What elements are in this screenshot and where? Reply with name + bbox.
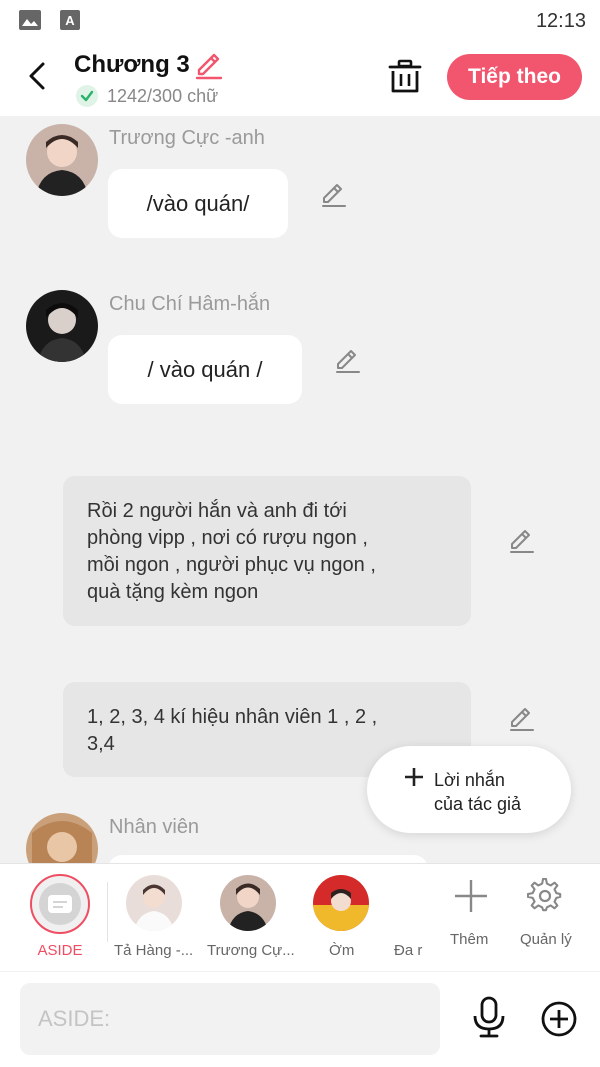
author-note-button[interactable]: Lời nhắn của tác giả — [367, 746, 571, 833]
aside-input[interactable] — [20, 983, 440, 1055]
tray-item-partial[interactable]: Đa r — [390, 864, 424, 971]
tray-add-label: Thêm — [450, 931, 489, 948]
aside-icon — [48, 895, 72, 913]
author-note-label: Lời nhắn của tác giả — [434, 770, 522, 814]
avatar-chu-chi-ham[interactable] — [26, 290, 98, 362]
tray-label: Tả Hàng -... — [114, 942, 194, 959]
svg-text:A: A — [65, 13, 75, 28]
character-name: Nhân viên — [109, 816, 200, 838]
word-count: 1242/300 chữ — [107, 86, 219, 106]
tray-item-truong-cuc[interactable]: Trương Cự... — [205, 864, 297, 971]
dialogue-bubble[interactable]: /vào quán/ — [108, 169, 288, 238]
edit-pencil-icon[interactable] — [507, 704, 537, 734]
narration-line: Rồi 2 người hắn và anh đi tới — [87, 500, 347, 522]
edit-pencil-icon[interactable] — [507, 526, 537, 556]
tray-label: ASIDE — [37, 942, 83, 959]
avatar — [220, 875, 276, 931]
chapter-title[interactable]: Chương 3 — [74, 51, 190, 79]
font-a-icon: A — [60, 10, 80, 30]
tray-item-ta-hang[interactable]: Tả Hàng -... — [108, 864, 200, 971]
next-button[interactable]: Tiếp theo — [447, 54, 582, 100]
character-name: Chu Chí Hâm-hắn — [109, 293, 271, 315]
narration-line: quà tặng kèm ngon — [87, 581, 259, 603]
edit-pencil-icon[interactable] — [333, 346, 363, 376]
narration-block[interactable]: Rồi 2 người hắn và anh đi tới phòng vipp… — [63, 476, 471, 626]
tray-add-button[interactable]: Thêm — [438, 864, 502, 971]
dialogue-bubble[interactable]: / vào quán / — [108, 335, 302, 404]
input-bar — [0, 972, 600, 1067]
character-name: Trương Cực -anh — [109, 127, 265, 149]
chapter-header: Chương 3 1242/300 chữ Tiếp theo — [0, 42, 600, 116]
edit-pencil-icon[interactable] — [193, 50, 225, 82]
avatar — [126, 875, 182, 931]
plus-icon — [455, 880, 487, 912]
gallery-icon — [19, 10, 41, 30]
tray-manage-label: Quản lý — [520, 931, 572, 948]
tray-item-om[interactable]: Ờm — [305, 864, 377, 971]
narration-line: phòng vipp , nơi có rượu ngon , — [87, 527, 368, 549]
narration-line: mồi ngon , người phục vụ ngon , — [87, 554, 376, 576]
character-tray: ASIDE Tả Hàng -... Trương Cự... Ờm Đa r … — [0, 863, 600, 971]
gear-icon — [527, 878, 562, 912]
aside-avatar — [30, 874, 90, 934]
check-circle-icon — [76, 85, 98, 107]
avatar — [313, 875, 369, 931]
status-bar: A 12:13 — [0, 0, 600, 42]
plus-icon — [405, 768, 423, 786]
avatar-truong-cuc[interactable] — [26, 124, 98, 196]
back-arrow-icon[interactable] — [22, 58, 54, 94]
tray-label: Trương Cự... — [207, 942, 295, 959]
tray-item-aside[interactable]: ASIDE — [0, 864, 107, 971]
trash-icon[interactable] — [386, 58, 424, 96]
avatar — [408, 875, 424, 931]
clock: 12:13 — [535, 10, 586, 32]
tray-manage-button[interactable]: Quản lý — [512, 864, 582, 971]
add-circle-icon[interactable] — [540, 1000, 578, 1038]
tray-label: Đa r — [394, 942, 423, 959]
narration-line: 1, 2, 3, 4 kí hiệu nhân viên 1 , 2 , — [87, 706, 378, 728]
microphone-icon[interactable] — [470, 996, 508, 1038]
tray-label: Ờm — [329, 942, 355, 959]
edit-pencil-icon[interactable] — [319, 180, 349, 210]
